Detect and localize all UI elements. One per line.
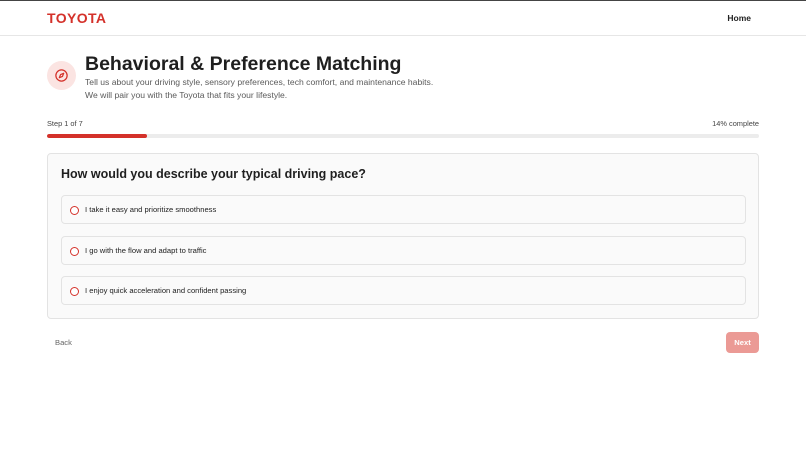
question-card: How would you describe your typical driv… [47,153,759,319]
nav-home-link[interactable]: Home [727,13,751,23]
radio-button[interactable] [70,206,79,215]
subtitle-line-2: We will pair you with the Toyota that fi… [85,90,288,100]
page-subtitle: Tell us about your driving style, sensor… [85,76,485,102]
toyota-logo[interactable]: TOYOTA [47,10,106,26]
question-title: How would you describe your typical driv… [61,167,366,181]
step-indicator: Step 1 of 7 [47,119,83,128]
answer-option[interactable]: I go with the flow and adapt to traffic [61,236,746,265]
radio-button[interactable] [70,287,79,296]
answer-option-label: I enjoy quick acceleration and confident… [85,286,247,295]
compass-icon [47,61,76,90]
answer-option[interactable]: I enjoy quick acceleration and confident… [61,276,746,305]
subtitle-line-1: Tell us about your driving style, sensor… [85,77,434,87]
page-title: Behavioral & Preference Matching [85,53,402,75]
answer-option-label: I go with the flow and adapt to traffic [85,246,207,255]
next-button[interactable]: Next [726,332,759,353]
progress-bar [47,134,759,138]
answer-option-label: I take it easy and prioritize smoothness [85,205,217,214]
percent-complete: 14% complete [712,119,759,128]
radio-button[interactable] [70,247,79,256]
back-button[interactable]: Back [47,333,80,353]
answer-option[interactable]: I take it easy and prioritize smoothness [61,195,746,224]
top-navigation-bar: TOYOTA Home [0,0,806,36]
progress-bar-fill [47,134,147,138]
